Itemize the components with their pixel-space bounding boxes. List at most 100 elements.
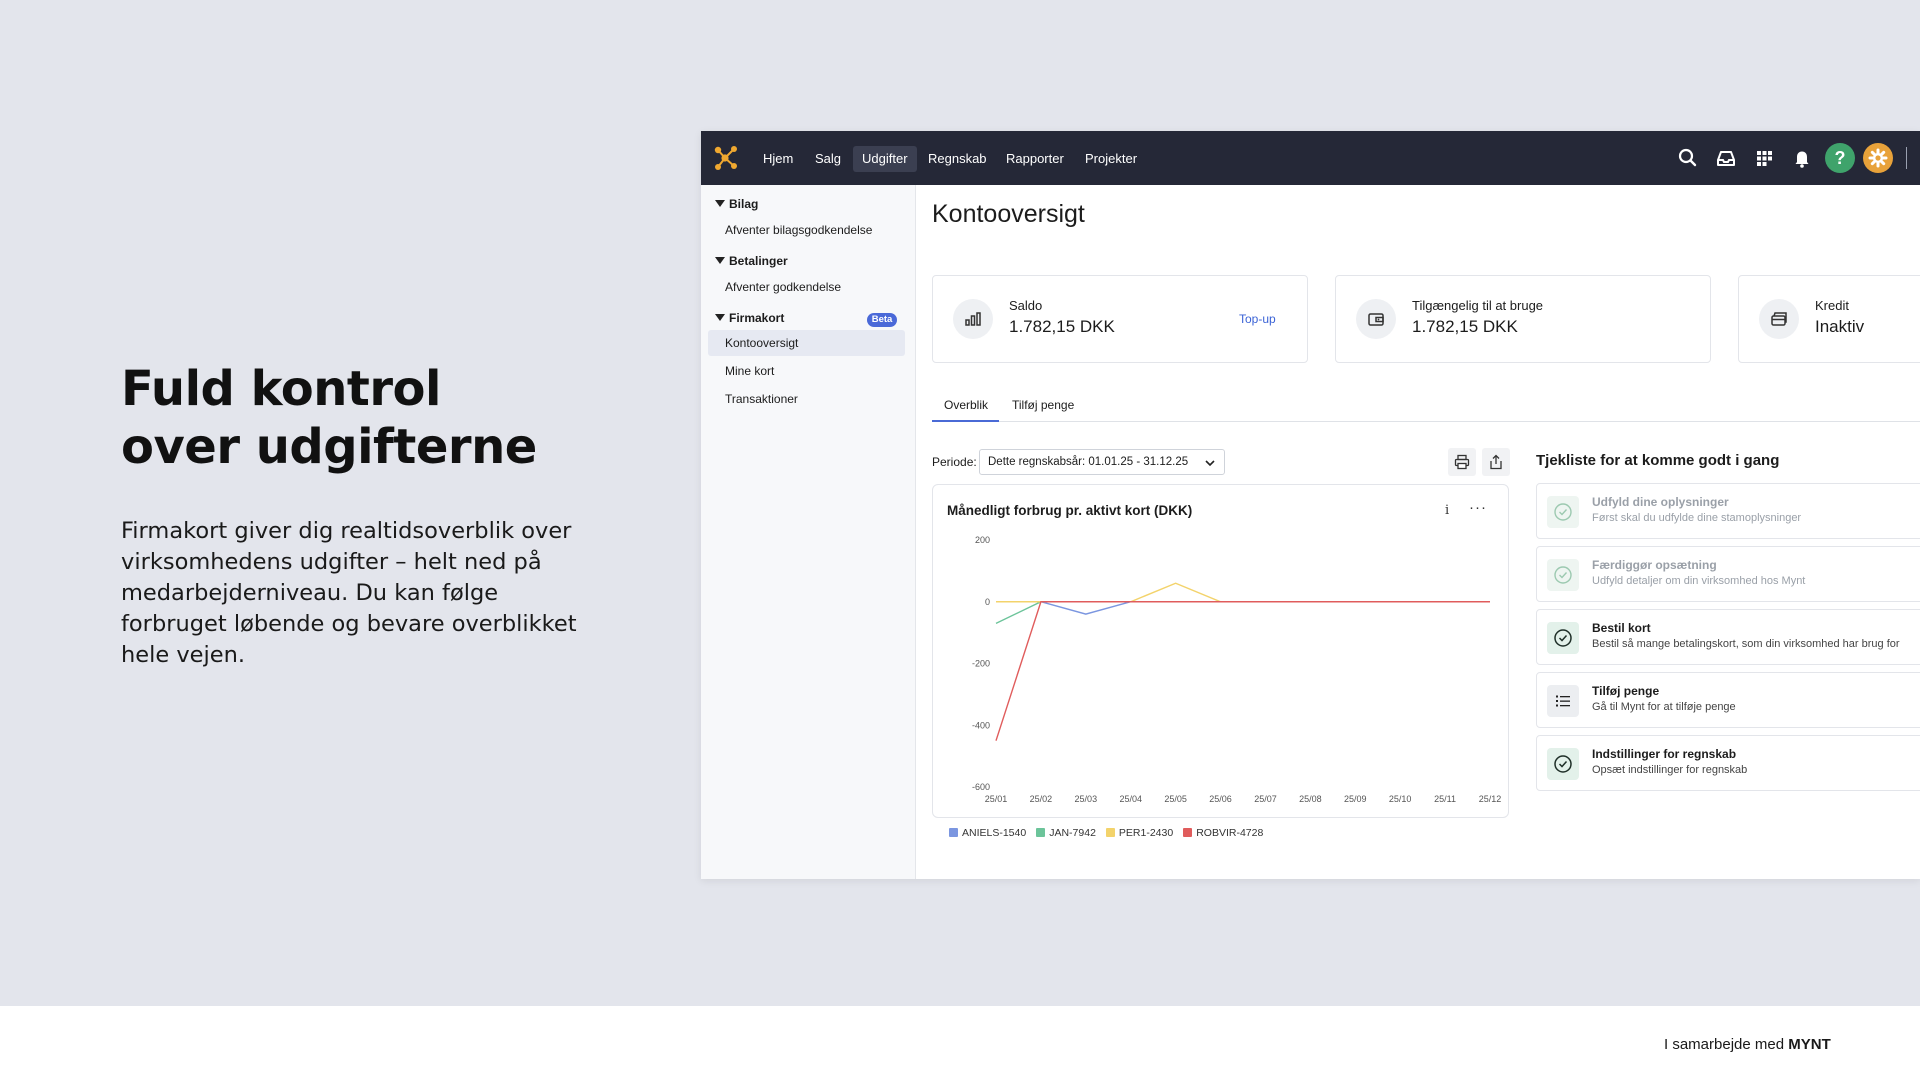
chevron-down-icon — [715, 314, 725, 321]
x-tick-label: 25/10 — [1389, 794, 1412, 804]
y-tick-label: -600 — [972, 782, 990, 792]
partner-prefix: I samarbejde med — [1664, 1036, 1785, 1053]
check-circle-icon — [1547, 748, 1579, 780]
x-tick-label: 25/09 — [1344, 794, 1367, 804]
active-tab-indicator — [932, 420, 999, 422]
legend-item[interactable]: PER1-2430 — [1105, 827, 1174, 839]
sidebar-item-transaktioner[interactable]: Transaktioner — [708, 386, 905, 412]
x-tick-label: 25/03 — [1075, 794, 1098, 804]
checklist-item-tilfoej-penge[interactable]: Tilføj penge Gå til Mynt for at tilføje … — [1536, 672, 1920, 728]
nav-regnskab[interactable]: Regnskab — [919, 146, 996, 172]
checklist-item-udfyld-oplysninger[interactable]: Udfyld dine oplysninger Først skal du ud… — [1536, 483, 1920, 539]
chevron-down-icon — [715, 257, 725, 264]
check-circle-icon — [1547, 622, 1579, 654]
x-tick-label: 25/01 — [985, 794, 1008, 804]
bell-icon[interactable] — [1789, 145, 1815, 171]
checklist-item-bestil-kort[interactable]: Bestil kort Bestil så mange betalingskor… — [1536, 609, 1920, 665]
help-icon[interactable]: ? — [1825, 143, 1855, 173]
legend-label: PER1-2430 — [1118, 827, 1174, 839]
series-line-robvir-4728 — [995, 601, 1490, 741]
checklist-item-indstillinger-regnskab[interactable]: Indstillinger for regnskab Opsæt indstil… — [1536, 735, 1920, 791]
nav-projekter[interactable]: Projekter — [1076, 146, 1146, 172]
nav-hjem[interactable]: Hjem — [754, 146, 802, 172]
checklist-item-subtitle: Bestil så mange betalingskort, som din v… — [1592, 638, 1900, 650]
saldo-card: Saldo 1.782,15 DKK Top-up — [932, 275, 1308, 363]
checklist-item-subtitle: Gå til Mynt for at tilføje penge — [1592, 701, 1736, 713]
bar-chart-icon — [953, 299, 993, 339]
nav-salg[interactable]: Salg — [806, 146, 850, 172]
checklist-item-title: Tilføj penge — [1592, 684, 1660, 698]
sidebar-item-afventer-bilagsgodkendelse[interactable]: Afventer bilagsgodkendelse — [708, 217, 905, 243]
inbox-icon[interactable] — [1713, 145, 1739, 171]
page-title: Kontooversigt — [932, 200, 1085, 228]
sidebar-section-bilag[interactable]: Bilag — [715, 197, 758, 211]
legend-swatch — [1036, 828, 1046, 837]
credit-card-icon — [1759, 299, 1799, 339]
checklist-item-title: Bestil kort — [1592, 621, 1651, 635]
checklist-item-title: Udfyld dine oplysninger — [1592, 495, 1729, 509]
periode-select[interactable]: Dette regnskabsår: 01.01.25 - 31.12.25 — [979, 449, 1225, 475]
checklist-item-title: Indstillinger for regnskab — [1592, 747, 1737, 761]
nav-rapporter[interactable]: Rapporter — [997, 146, 1073, 172]
hero-text: Firmakort giver dig realtidsoverblik ove… — [121, 518, 577, 668]
x-tick-label: 25/06 — [1209, 794, 1232, 804]
sidebar-section-betalinger[interactable]: Betalinger — [715, 254, 788, 268]
checklist-item-faerdiggoer-opsaetning[interactable]: Færdiggør opsætning Udfyld detaljer om d… — [1536, 546, 1920, 602]
chevron-down-icon — [1205, 460, 1215, 467]
sidebar-item-mine-kort[interactable]: Mine kort — [708, 358, 905, 384]
legend-item[interactable]: ROBVIR-4728 — [1183, 827, 1263, 839]
hero-title-line1: Fuld kontrol — [121, 361, 441, 417]
settings-icon[interactable] — [1863, 143, 1893, 173]
chevron-down-icon — [715, 200, 725, 207]
chart-legend: ANIELS-1540 JAN-7942 PER1-2430 ROBVIR-4728 — [949, 823, 1273, 839]
tab-bar: Overblik Tilføj penge — [932, 392, 1920, 422]
line-chart: 200 0 -200 -400 -600 25/01 25/02 25/03 25/04 25/0… — [972, 535, 1502, 804]
sidebar-item-afventer-godkendelse[interactable]: Afventer godkendelse — [708, 274, 905, 300]
x-tick-label: 25/04 — [1119, 794, 1142, 804]
sidebar-section-label: Firmakort — [729, 311, 785, 325]
share-button[interactable] — [1482, 448, 1510, 476]
periode-value: Dette regnskabsår: 01.01.25 - 31.12.25 — [988, 456, 1189, 468]
card-label: Kredit — [1815, 298, 1849, 313]
series-line-per1-2430 — [996, 582, 1490, 603]
partner-brand: MYNT — [1788, 1036, 1831, 1053]
nav-udgifter[interactable]: Udgifter — [853, 146, 917, 172]
print-icon — [1454, 454, 1470, 470]
print-button[interactable] — [1448, 448, 1476, 476]
x-tick-label: 25/05 — [1164, 794, 1187, 804]
nav-divider — [1906, 147, 1907, 169]
y-tick-label: -400 — [972, 720, 990, 730]
card-label: Tilgængelig til at bruge — [1412, 298, 1544, 313]
search-icon[interactable] — [1675, 145, 1701, 171]
card-value: Inaktiv — [1815, 317, 1865, 336]
legend-label: ANIELS-1540 — [962, 827, 1027, 839]
sidebar-item-kontooversigt[interactable]: Kontooversigt — [708, 330, 905, 356]
apps-grid-icon[interactable] — [1751, 145, 1777, 171]
checklist-title: Tjekliste for at komme godt i gang — [1536, 452, 1780, 469]
wallet-icon — [1356, 299, 1396, 339]
checklist-item-title: Færdiggør opsætning — [1592, 558, 1717, 572]
series-line-aniels-1540 — [996, 601, 1490, 615]
x-tick-label: 25/11 — [1434, 794, 1456, 804]
check-circle-icon — [1547, 559, 1579, 591]
x-tick-label: 25/02 — [1030, 794, 1053, 804]
logo-icon[interactable] — [713, 145, 739, 171]
hero-title: Fuld kontrol over udgifterne — [121, 360, 601, 476]
card-value: 1.782,15 DKK — [1009, 317, 1115, 336]
x-tick-label: 25/12 — [1479, 794, 1502, 804]
legend-swatch — [949, 828, 958, 837]
legend-item[interactable]: ANIELS-1540 — [949, 827, 1026, 839]
x-tick-label: 25/07 — [1254, 794, 1277, 804]
legend-item[interactable]: JAN-7942 — [1036, 827, 1096, 839]
legend-label: JAN-7942 — [1049, 827, 1096, 839]
periode-label: Periode: — [932, 455, 977, 469]
tab-tilfoej-penge[interactable]: Tilføj penge — [1012, 398, 1074, 412]
partner-credit: I samarbejde med MYNT — [1664, 1036, 1831, 1053]
card-value: 1.782,15 DKK — [1412, 317, 1518, 336]
tab-overblik[interactable]: Overblik — [944, 398, 988, 412]
chart-container: Månedligt forbrug pr. aktivt kort (DKK) … — [932, 484, 1509, 818]
series-line-jan-7942 — [995, 601, 1490, 624]
top-up-link[interactable]: Top-up — [1239, 312, 1276, 326]
main-content: Kontooversigt Saldo 1.782,15 DKK Top-up … — [917, 185, 1920, 879]
beta-badge: Beta — [867, 313, 897, 327]
